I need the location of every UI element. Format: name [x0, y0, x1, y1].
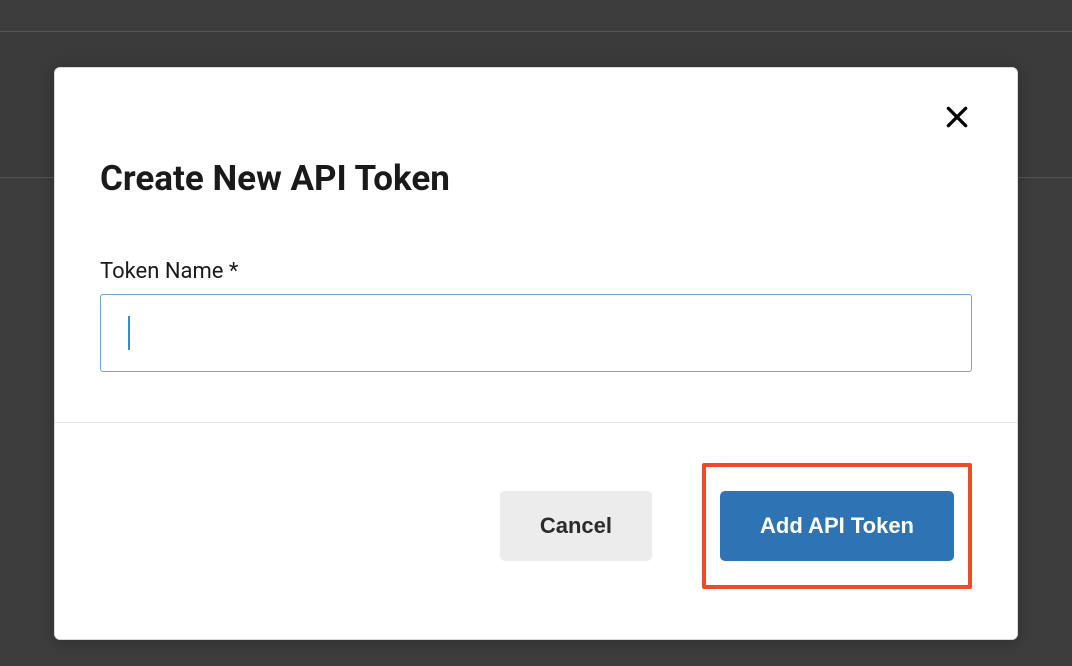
cancel-button[interactable]: Cancel — [500, 491, 652, 561]
close-icon — [944, 104, 970, 133]
add-api-token-button[interactable]: Add API Token — [720, 491, 954, 561]
token-name-label: Token Name * — [100, 259, 972, 284]
text-cursor — [128, 316, 130, 350]
background-top-bar — [0, 0, 1072, 32]
create-api-token-modal: Create New API Token Token Name * Cancel… — [54, 67, 1018, 640]
modal-body: Token Name * — [55, 199, 1017, 422]
modal-title: Create New API Token — [100, 158, 972, 199]
token-name-input-wrapper — [100, 294, 972, 372]
modal-footer: Cancel Add API Token — [55, 422, 1017, 639]
submit-highlight-annotation: Add API Token — [702, 463, 972, 589]
token-name-input[interactable] — [100, 294, 972, 372]
modal-header: Create New API Token — [55, 68, 1017, 199]
close-button[interactable] — [937, 98, 977, 138]
